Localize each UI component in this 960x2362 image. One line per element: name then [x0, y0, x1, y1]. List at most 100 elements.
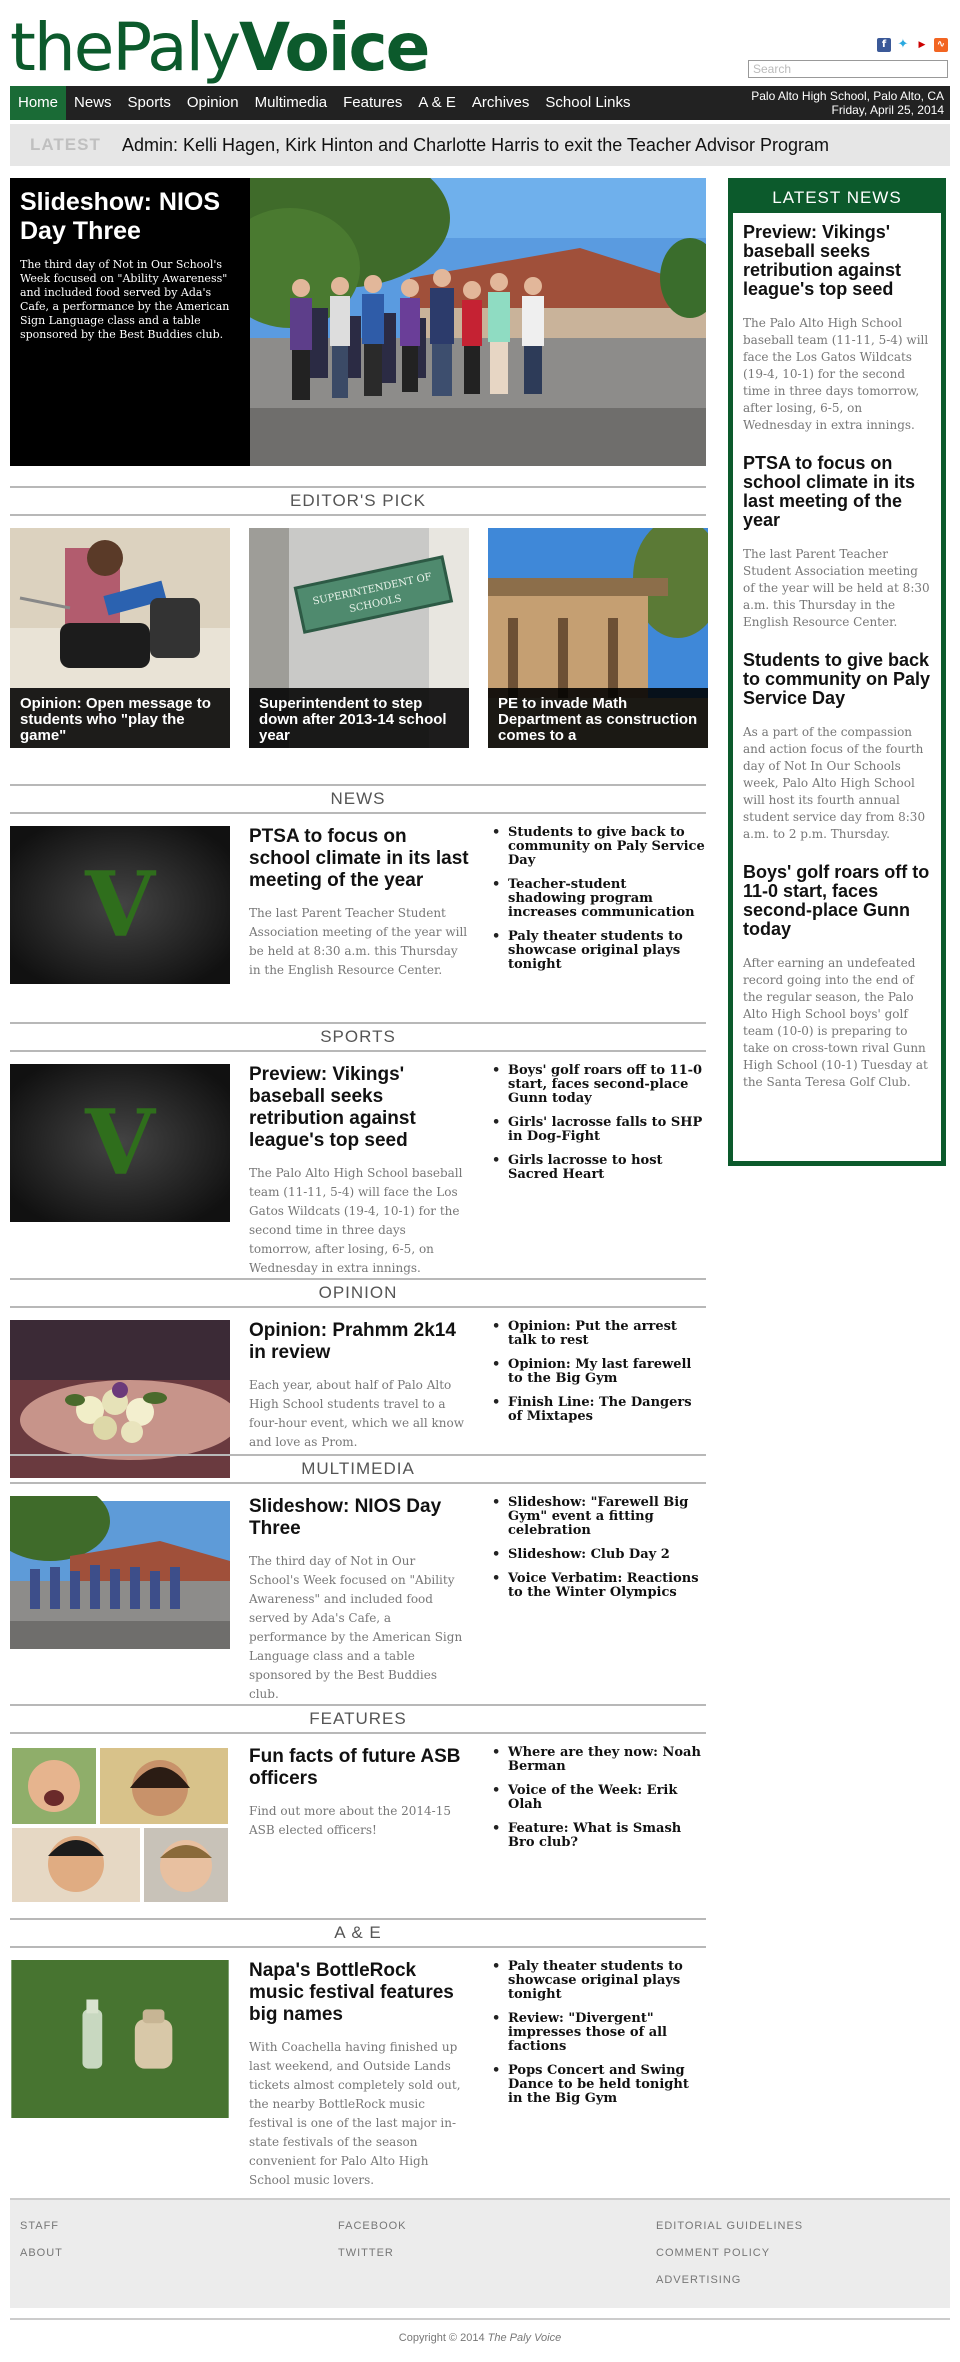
sports-lead-title[interactable]: Preview: Vikings' baseball seeks retribu… — [249, 1064, 469, 1152]
ae-links: Paly theater students to showcase origin… — [490, 1960, 706, 2116]
latest-news-title[interactable]: Students to give back to community on Pa… — [743, 651, 931, 708]
footer-link-twitter[interactable]: TWITTER — [338, 2247, 407, 2259]
logo-voice: Voice — [239, 9, 430, 86]
sports-lead-desc: The Palo Alto High School baseball team … — [249, 1166, 463, 1275]
features-lead-title[interactable]: Fun facts of future ASB officers — [249, 1746, 469, 1790]
footer-link-editorial-guidelines[interactable]: EDITORIAL GUIDELINES — [656, 2220, 803, 2232]
ae-link[interactable]: Paly theater students to showcase origin… — [490, 1960, 706, 2002]
opinion-link[interactable]: Opinion: My last farewell to the Big Gym — [490, 1358, 706, 1386]
multimedia-lead-desc: The third day of Not in Our School's Wee… — [249, 1554, 463, 1701]
masthead: thePalyVoice — [10, 9, 430, 86]
ae-lead-desc: With Coachella having finished up last w… — [249, 2040, 461, 2187]
nav-school-links[interactable]: School Links — [537, 86, 638, 120]
news-lead-desc: The last Parent Teacher Student Associat… — [249, 906, 468, 977]
features-link[interactable]: Voice of the Week: Erik Olah — [490, 1784, 706, 1812]
news-link[interactable]: Paly theater students to showcase origin… — [490, 930, 706, 972]
site-logo[interactable]: thePalyVoice — [10, 9, 430, 86]
latest-news-heading: LATEST NEWS — [733, 183, 941, 213]
dateline: Palo Alto High School, Palo Alto, CA Fri… — [751, 89, 950, 117]
pick-caption[interactable]: Opinion: Open message to students who "p… — [10, 688, 230, 748]
ae-link[interactable]: Pops Concert and Swing Dance to be held … — [490, 2064, 706, 2106]
hero-title[interactable]: Slideshow: NIOS Day Three — [20, 188, 238, 246]
latest-news-title[interactable]: Preview: Vikings' baseball seeks retribu… — [743, 223, 931, 299]
sports-link[interactable]: Girls' lacrosse falls to SHP in Dog-Figh… — [490, 1116, 706, 1144]
twitter-icon[interactable]: ✦ — [896, 38, 910, 52]
footer-link-staff[interactable]: STAFF — [20, 2220, 63, 2232]
editors-pick-item[interactable]: SUPERINTENDENT OF SCHOOLS Superintendent… — [249, 528, 469, 748]
pick-caption[interactable]: PE to invade Math Department as construc… — [488, 688, 708, 748]
sports-link[interactable]: Boys' golf roars off to 11-0 start, face… — [490, 1064, 706, 1106]
opinion-link[interactable]: Finish Line: The Dangers of Mixtapes — [490, 1396, 706, 1424]
multimedia-links: Slideshow: "Farewell Big Gym" event a fi… — [490, 1496, 706, 1610]
latest-news-desc: As a part of the compassion and action f… — [743, 725, 926, 841]
features-link[interactable]: Where are they now: Noah Berman — [490, 1746, 706, 1774]
opinion-lead-story: Opinion: Prahmm 2k14 in review Each year… — [249, 1320, 469, 1452]
nav-home[interactable]: Home — [10, 86, 67, 120]
ticker-headline[interactable]: Admin: Kelli Hagen, Kirk Hinton and Char… — [122, 135, 829, 156]
search-input[interactable] — [748, 60, 948, 78]
opinion-links: Opinion: Put the arrest talk to rest Opi… — [490, 1320, 706, 1434]
nav-sports[interactable]: Sports — [120, 86, 179, 120]
nav-archives[interactable]: Archives — [464, 86, 538, 120]
multimedia-link[interactable]: Slideshow: Club Day 2 — [490, 1548, 706, 1563]
multimedia-lead-title[interactable]: Slideshow: NIOS Day Three — [249, 1496, 469, 1540]
section-header-features: FEATURES — [10, 1704, 706, 1734]
latest-news-item: Boys' golf roars off to 11-0 start, face… — [733, 863, 941, 1091]
footer-link-facebook[interactable]: FACEBOOK — [338, 2220, 407, 2232]
features-lead-desc: Find out more about the 2014-15 ASB elec… — [249, 1804, 451, 1837]
section-header-multimedia: MULTIMEDIA — [10, 1454, 706, 1484]
sports-lead-story: Preview: Vikings' baseball seeks retribu… — [249, 1064, 469, 1278]
copyright: Copyright © 2014 The Paly Voice — [10, 2318, 950, 2344]
nav-features[interactable]: Features — [335, 86, 410, 120]
news-thumb-v-logo[interactable]: V — [10, 826, 230, 984]
ae-lead-story: Napa's BottleRock music festival feature… — [249, 1960, 469, 2190]
social-links: f ✦ ▶ ∿ — [877, 38, 948, 52]
date-text: Friday, April 25, 2014 — [831, 103, 944, 117]
nav-news[interactable]: News — [66, 86, 120, 120]
copyright-name: The Paly Voice — [487, 2332, 562, 2344]
location-text: Palo Alto High School, Palo Alto, CA — [751, 89, 944, 103]
site-footer: STAFF ABOUT FACEBOOK TWITTER EDITORIAL G… — [10, 2198, 950, 2308]
rss-icon[interactable]: ∿ — [934, 38, 948, 52]
logo-the: the — [10, 9, 114, 86]
footer-link-comment-policy[interactable]: COMMENT POLICY — [656, 2247, 803, 2259]
footer-col-policies: EDITORIAL GUIDELINES COMMENT POLICY ADVE… — [656, 2220, 803, 2301]
latest-news-desc: The last Parent Teacher Student Associat… — [743, 547, 930, 629]
opinion-lead-title[interactable]: Opinion: Prahmm 2k14 in review — [249, 1320, 469, 1364]
facebook-icon[interactable]: f — [877, 38, 891, 52]
editors-pick-item[interactable]: Opinion: Open message to students who "p… — [10, 528, 230, 748]
ae-lead-title[interactable]: Napa's BottleRock music festival feature… — [249, 1960, 469, 2026]
youtube-icon[interactable]: ▶ — [915, 38, 929, 52]
features-lead-story: Fun facts of future ASB officers Find ou… — [249, 1746, 469, 1840]
latest-ticker: LATEST Admin: Kelli Hagen, Kirk Hinton a… — [10, 124, 950, 166]
multimedia-link[interactable]: Slideshow: "Farewell Big Gym" event a fi… — [490, 1496, 706, 1538]
ae-thumb-grass[interactable] — [10, 1960, 230, 2118]
hero-photo[interactable] — [250, 178, 706, 466]
footer-link-advertising[interactable]: ADVERTISING — [656, 2274, 803, 2286]
multimedia-thumb-slideshow[interactable] — [10, 1496, 230, 1654]
pick-caption[interactable]: Superintendent to step down after 2013-1… — [249, 688, 469, 748]
nav-ae[interactable]: A & E — [410, 86, 464, 120]
latest-news-title[interactable]: PTSA to focus on school climate in its l… — [743, 454, 931, 530]
news-link[interactable]: Students to give back to community on Pa… — [490, 826, 706, 868]
news-lead-title[interactable]: PTSA to focus on school climate in its l… — [249, 826, 469, 892]
features-link[interactable]: Feature: What is Smash Bro club? — [490, 1822, 706, 1850]
nav-opinion[interactable]: Opinion — [179, 86, 247, 120]
news-link[interactable]: Teacher-student shadowing program increa… — [490, 878, 706, 920]
features-thumb-officers[interactable] — [10, 1746, 230, 1904]
sports-thumb-v-logo[interactable]: V — [10, 1064, 230, 1222]
ae-link[interactable]: Review: "Divergent" impresses those of a… — [490, 2012, 706, 2054]
opinion-lead-desc: Each year, about half of Palo Alto High … — [249, 1378, 465, 1449]
ticker-label: LATEST — [30, 135, 101, 154]
sports-link[interactable]: Girls lacrosse to host Sacred Heart — [490, 1154, 706, 1182]
opinion-link[interactable]: Opinion: Put the arrest talk to rest — [490, 1320, 706, 1348]
latest-news-item: Preview: Vikings' baseball seeks retribu… — [733, 223, 941, 434]
latest-news-title[interactable]: Boys' golf roars off to 11-0 start, face… — [743, 863, 931, 939]
hero-slideshow[interactable]: Slideshow: NIOS Day Three The third day … — [10, 178, 706, 466]
multimedia-link[interactable]: Voice Verbatim: Reactions to the Winter … — [490, 1572, 706, 1600]
footer-link-about[interactable]: ABOUT — [20, 2247, 63, 2259]
latest-news-item: PTSA to focus on school climate in its l… — [733, 454, 941, 631]
nav-multimedia[interactable]: Multimedia — [247, 86, 336, 120]
footer-col-social: FACEBOOK TWITTER — [338, 2220, 407, 2274]
editors-pick-item[interactable]: PE to invade Math Department as construc… — [488, 528, 708, 748]
